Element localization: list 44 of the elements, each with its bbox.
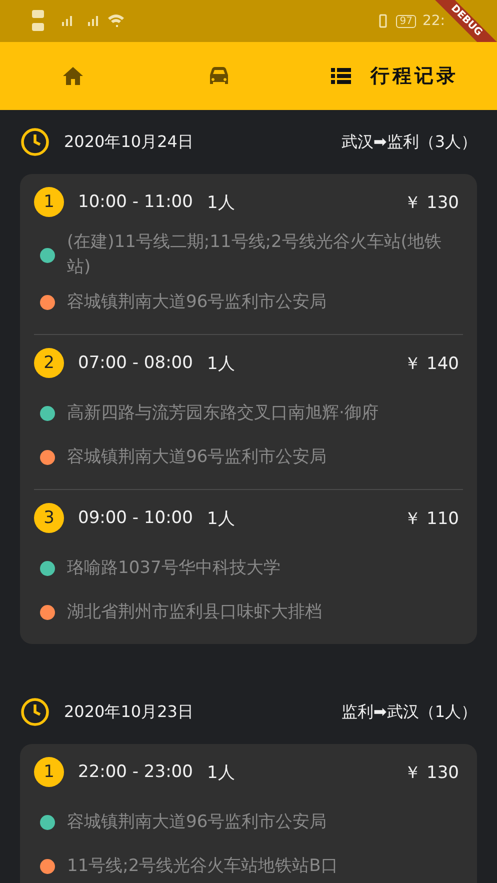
trip-number: 2 bbox=[34, 348, 64, 378]
start-dot bbox=[40, 406, 55, 420]
passenger-count: 1人 bbox=[206, 352, 235, 374]
start-dot bbox=[40, 248, 55, 262]
trip-number: 1 bbox=[34, 757, 64, 787]
clock-icon bbox=[20, 127, 50, 157]
trip-route: 监利➡武汉（1人） bbox=[341, 702, 477, 722]
passenger-count: 1人 bbox=[206, 508, 235, 530]
trip-price: ￥ 130 bbox=[404, 192, 459, 214]
end-dot bbox=[40, 294, 55, 310]
trip-number: 3 bbox=[34, 503, 64, 533]
end-dot bbox=[40, 858, 55, 874]
trip-number: 1 bbox=[34, 187, 64, 217]
home-icon[interactable] bbox=[62, 66, 84, 86]
trip-time: 09:00 - 10:00 bbox=[78, 508, 193, 528]
trip-price: ￥ 130 bbox=[404, 762, 459, 784]
clock-icon bbox=[20, 697, 50, 727]
end-address: 11号线;2号线光谷火车站地铁站B口 bbox=[67, 854, 338, 878]
start-dot bbox=[40, 560, 55, 576]
start-dot bbox=[40, 814, 55, 830]
trip-date: 2020年10月23日 bbox=[64, 702, 194, 722]
trip-price: ￥ 140 bbox=[404, 352, 459, 374]
end-dot bbox=[40, 604, 55, 620]
end-dot bbox=[40, 450, 55, 464]
tab-label[interactable]: 行程记录 bbox=[370, 63, 459, 89]
trip-route: 武汉➡监利（3人） bbox=[341, 132, 477, 152]
car-icon[interactable] bbox=[208, 66, 230, 86]
start-address: 珞喻路1037号华中科技大学 bbox=[67, 556, 280, 580]
start-address: (在建)11号线二期;11号线;2号线光谷火车站(地铁站) bbox=[67, 231, 442, 279]
battery-level: 97 bbox=[396, 14, 416, 28]
status-time: 22: bbox=[422, 13, 445, 29]
start-address: 高新四路与流芳园东路交叉口南旭辉·御府 bbox=[67, 402, 378, 424]
start-address: 容城镇荆南大道96号监利市公安局 bbox=[67, 810, 327, 834]
trip-time: 07:00 - 08:00 bbox=[78, 353, 193, 373]
trip-time: 22:00 - 23:00 bbox=[78, 762, 193, 782]
trip-price: ￥ 110 bbox=[404, 508, 459, 530]
end-address: 容城镇荆南大道96号监利市公安局 bbox=[67, 446, 327, 468]
trip-date: 2020年10月24日 bbox=[64, 132, 194, 152]
list-icon[interactable] bbox=[330, 68, 351, 84]
passenger-count: 1人 bbox=[206, 192, 235, 214]
end-address: 容城镇荆南大道96号监利市公安局 bbox=[67, 290, 327, 314]
end-address: 湖北省荆州市监利县口味虾大排档 bbox=[67, 600, 322, 624]
trip-time: 10:00 - 11:00 bbox=[78, 192, 193, 212]
passenger-count: 1人 bbox=[206, 762, 235, 784]
